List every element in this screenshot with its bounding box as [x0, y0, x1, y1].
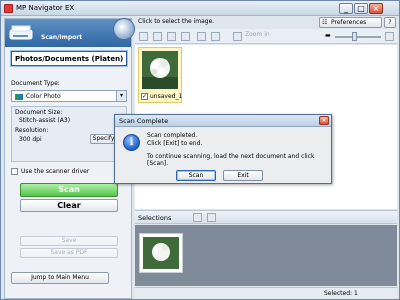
scan-button[interactable]: Scan: [20, 183, 118, 197]
info-icon: i: [123, 134, 140, 151]
selection-hint: Click to select the image.: [138, 18, 215, 25]
preferences-button[interactable]: ☷ Preferences: [319, 17, 382, 28]
zoom-slider-handle[interactable]: [352, 32, 357, 41]
scan-settings-box: Document Size: Stitch-assist (A3) Resolu…: [11, 106, 127, 162]
selected-count: Selected: 1: [324, 290, 358, 297]
preferences-icon: ☷: [322, 19, 328, 26]
correct-icon[interactable]: [211, 32, 220, 41]
flip-icon[interactable]: [197, 32, 206, 41]
preferences-label: Preferences: [331, 19, 367, 26]
globe-icon: [113, 18, 135, 40]
document-type-label: Document Type:: [11, 80, 60, 87]
dialog-scan-button[interactable]: Scan: [176, 170, 216, 181]
app-window: MP Navigator EX _ □ × Scan/Import Photos…: [0, 0, 400, 300]
dialog-message-line3: To continue scanning, load the next docu…: [147, 153, 315, 167]
scan-complete-dialog: Scan Complete × i Scan completed. Click …: [114, 114, 332, 184]
document-type-select[interactable]: Color Photo ▾: [11, 90, 127, 102]
close-button[interactable]: ×: [369, 3, 383, 14]
zoom-icon[interactable]: [233, 32, 242, 41]
document-type-value: Color Photo: [26, 93, 61, 100]
hydrangea-photo: [142, 51, 178, 89]
dialog-message-line1: Scan completed.: [147, 132, 198, 139]
jump-to-main-menu-button[interactable]: Jump to Main Menu: [11, 272, 109, 284]
zoom-in-label: Zoom in: [245, 31, 270, 38]
window-title: MP Navigator EX: [16, 4, 75, 12]
zoom-in-icon[interactable]: [385, 32, 394, 41]
save-as-pdf-button[interactable]: Save as PDF: [20, 248, 118, 258]
rotate-left-icon[interactable]: [167, 32, 176, 41]
scan-import-label: Scan/Import: [41, 34, 83, 41]
selections-bar: Selections: [135, 210, 397, 224]
minimize-button[interactable]: _: [339, 3, 353, 14]
deselect-icon[interactable]: [153, 32, 162, 41]
help-button[interactable]: ?: [384, 17, 396, 28]
resolution-label: Resolution:: [15, 127, 49, 134]
document-size-value: Stitch-assist (A3): [19, 117, 71, 124]
dialog-exit-button[interactable]: Exit: [223, 170, 263, 181]
chevron-down-icon: ▾: [116, 91, 126, 101]
dialog-title: Scan Complete: [115, 115, 331, 127]
dialog-close-icon[interactable]: ×: [319, 116, 329, 125]
list-view-icon[interactable]: [207, 213, 216, 222]
scanner-icon: [9, 25, 33, 40]
selections-label: Selections: [138, 214, 172, 222]
document-size-label: Document Size:: [15, 109, 63, 116]
thumbnail-item[interactable]: ✓ unsaved_1: [138, 47, 182, 103]
zoom-out-icon[interactable]: ▬: [325, 32, 334, 41]
hydrangea-photo-small: [143, 237, 179, 269]
scan-import-header[interactable]: Scan/Import: [5, 19, 131, 47]
scanner-driver-checkbox[interactable]: [11, 168, 18, 175]
grid-view-icon[interactable]: [193, 213, 202, 222]
zoom-slider-track[interactable]: [335, 36, 381, 38]
select-all-icon[interactable]: [139, 32, 148, 41]
dialog-message-line2: Click [Exit] to end.: [147, 140, 203, 147]
color-photo-icon: [15, 94, 23, 100]
status-bar: Selected: 1: [135, 287, 397, 299]
left-panel: Scan/Import Photos/Documents (Platen) Do…: [4, 18, 135, 299]
rotate-right-icon[interactable]: [181, 32, 190, 41]
selected-thumbnail[interactable]: [139, 233, 183, 273]
scan-mode-selector[interactable]: Photos/Documents (Platen): [11, 51, 127, 66]
scanner-driver-label: Use the scanner driver: [21, 168, 90, 175]
save-button[interactable]: Save: [20, 236, 118, 246]
thumbnail-checkbox[interactable]: ✓: [141, 93, 148, 100]
title-bar: MP Navigator EX _ □ ×: [1, 1, 399, 16]
thumbnail-name: unsaved_1: [150, 93, 183, 100]
app-icon: [4, 4, 13, 13]
maximize-button[interactable]: □: [354, 3, 368, 14]
resolution-value: 300 dpi: [19, 136, 42, 143]
clear-button[interactable]: Clear: [20, 199, 118, 212]
